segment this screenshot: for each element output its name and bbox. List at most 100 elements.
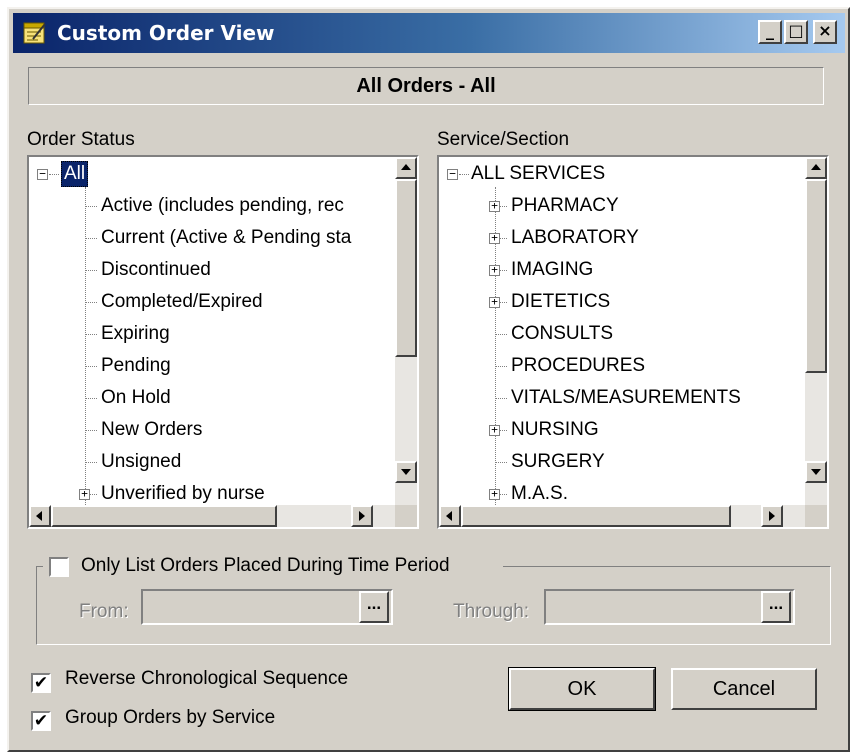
scroll-thumb[interactable] [51,505,277,527]
from-label: From: [79,601,129,622]
order-status-item[interactable]: Unsigned [101,451,181,473]
time-period-label: Only List Orders Placed During Time Peri… [81,555,450,576]
service-section-tree[interactable]: − ALL SERVICES + PHARMACY + LABORATORY + IMAGIN… [437,155,829,529]
close-button[interactable]: × [813,20,837,44]
tree-item-all[interactable]: All [61,161,89,187]
order-status-item[interactable]: Pending [101,355,171,377]
down-arrow-icon [811,469,821,475]
tree-connector [495,398,507,399]
expand-icon[interactable]: + [489,264,500,276]
up-arrow-icon [401,164,411,170]
scroll-corner [395,505,417,527]
reverse-chronological-label: Reverse Chronological Sequence [65,668,349,689]
service-section-item[interactable]: PHARMACY [511,195,619,217]
order-status-item[interactable]: Discontinued [101,259,211,281]
custom-order-view-dialog: Custom Order View _ □ × All Orders - All… [7,7,850,752]
scroll-left-button[interactable] [439,505,461,527]
service-section-item[interactable]: LABORATORY [511,227,639,249]
group-by-service-label: Group Orders by Service [65,707,276,728]
minimize-button[interactable]: _ [758,20,782,44]
tree-connector [85,238,97,239]
expand-icon[interactable]: + [489,200,500,212]
order-status-item[interactable]: Current (Active & Pending sta [101,227,351,249]
service-section-item[interactable]: DIETETICS [511,291,610,313]
ok-button[interactable]: OK [508,667,656,711]
service-section-item[interactable]: IMAGING [511,259,593,281]
service-section-item[interactable]: NURSING [511,419,599,441]
right-arrow-icon [359,511,365,521]
expand-icon[interactable]: + [79,488,90,500]
order-status-item[interactable]: Active (includes pending, rec [101,195,344,217]
service-section-hscrollbar[interactable] [439,505,805,527]
through-date-field[interactable]: ... [544,589,795,625]
service-section-item[interactable]: PROCEDURES [511,355,645,377]
service-section-item[interactable]: SURGERY [511,451,605,473]
order-status-item[interactable]: On Hold [101,387,171,409]
down-arrow-icon [401,469,411,475]
through-label: Through: [453,601,530,622]
window-title: Custom Order View [57,21,275,45]
cancel-button[interactable]: Cancel [671,668,817,710]
expand-icon[interactable]: + [489,424,500,436]
order-status-item[interactable]: New Orders [101,419,202,441]
scroll-right-button[interactable] [761,505,783,527]
scroll-down-button[interactable] [395,461,417,483]
scroll-thumb[interactable] [461,505,731,527]
collapse-all-services-icon[interactable]: − [447,168,458,180]
tree-connector [85,302,97,303]
order-status-vscrollbar[interactable] [395,157,417,505]
service-section-item[interactable]: VITALS/MEASUREMENTS [511,387,741,409]
order-status-label: Order Status [27,129,135,150]
tree-connector [85,398,97,399]
group-by-service-checkbox[interactable]: ✔ [31,711,51,731]
order-status-hscrollbar[interactable] [29,505,395,527]
tree-connector [495,366,507,367]
expand-icon[interactable]: + [489,296,500,308]
scroll-thumb[interactable] [805,179,827,373]
tree-connector [85,206,97,207]
collapse-all-icon[interactable]: − [37,168,48,180]
expand-icon[interactable]: + [489,232,500,244]
tree-connector [85,334,97,335]
service-section-label: Service/Section [437,129,570,150]
right-arrow-icon [769,511,775,521]
scroll-right-button[interactable] [351,505,373,527]
tree-connector [85,366,97,367]
left-arrow-icon [36,511,42,521]
time-period-legend: Only List Orders Placed During Time Peri… [43,549,503,581]
title-bar[interactable]: Custom Order View _ □ × [13,13,845,53]
order-status-item[interactable]: Expiring [101,323,170,345]
time-period-checkbox[interactable] [49,557,69,577]
left-arrow-icon [446,511,452,521]
from-date-field[interactable]: ... [141,589,393,625]
from-date-picker-button[interactable]: ... [359,591,389,623]
tree-connector [495,462,507,463]
service-section-vscrollbar[interactable] [805,157,827,505]
service-section-item[interactable]: CONSULTS [511,323,613,345]
scroll-up-button[interactable] [395,157,417,179]
tree-connector [85,187,86,505]
order-status-item[interactable]: Unverified by nurse [101,483,265,505]
maximize-button[interactable]: □ [784,20,808,44]
through-date-picker-button[interactable]: ... [761,591,791,623]
up-arrow-icon [811,164,821,170]
tree-connector [85,462,97,463]
order-status-tree[interactable]: − All Active (includes pending, rec Current… [27,155,419,529]
scroll-left-button[interactable] [29,505,51,527]
view-summary-panel: All Orders - All [28,67,824,105]
scroll-thumb[interactable] [395,179,417,357]
scroll-down-button[interactable] [805,461,827,483]
service-section-item[interactable]: M.A.S. [511,483,568,505]
tree-connector [459,174,469,175]
tree-connector [49,174,59,175]
expand-icon[interactable]: + [489,488,500,500]
tree-connector [495,334,507,335]
tree-connector [85,430,97,431]
reverse-chronological-checkbox[interactable]: ✔ [31,673,51,693]
notepad-icon [23,22,46,44]
tree-connector [85,270,97,271]
order-status-item[interactable]: Completed/Expired [101,291,263,313]
scroll-corner [805,505,827,527]
scroll-up-button[interactable] [805,157,827,179]
tree-item-all-services[interactable]: ALL SERVICES [471,163,605,185]
